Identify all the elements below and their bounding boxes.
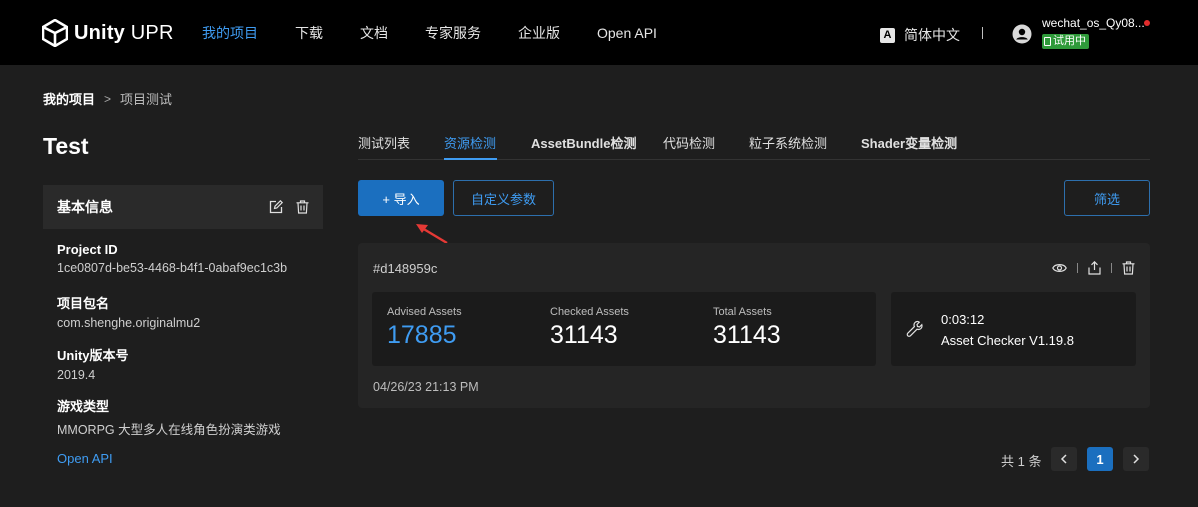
nav-open-api[interactable]: Open API: [597, 25, 657, 41]
unity-cube-icon: [42, 19, 68, 47]
header-divider: [982, 27, 983, 39]
result-date: 04/26/23 21:13 PM: [373, 380, 479, 394]
test-tabs: 测试列表 资源检测 AssetBundle检测 代码检测 粒子系统检测 Shad…: [358, 121, 1150, 160]
user-avatar-icon: [1012, 24, 1032, 44]
breadcrumb-current: 项目测试: [120, 92, 173, 107]
filter-button[interactable]: 筛选: [1064, 180, 1150, 216]
field-game-type: 游戏类型 MMORPG 大型多人在线角色扮演类游戏: [57, 399, 281, 437]
basic-info-title: 基本信息: [57, 199, 113, 215]
chevron-right-icon: [1133, 454, 1140, 464]
page-number-current[interactable]: 1: [1087, 447, 1113, 471]
field-package-name: 项目包名 com.shenghe.originalmu2: [57, 296, 201, 330]
tab-shader-variant-check[interactable]: Shader变量检测: [861, 133, 957, 152]
username: wechat_os_Qy08...: [1042, 16, 1145, 30]
edit-icon[interactable]: [269, 200, 283, 214]
asset-stats: Advised Assets 17885 Checked Assets 3114…: [372, 292, 876, 366]
unity-upr-logo[interactable]: Unity UPR: [42, 18, 174, 48]
result-id: #d148959c: [373, 261, 438, 276]
notification-dot: [1144, 20, 1150, 26]
chevron-right-icon: >: [104, 91, 112, 106]
tab-asset-check[interactable]: 资源检测: [444, 133, 496, 152]
open-api-link[interactable]: Open API: [57, 451, 113, 466]
result-actions: [1052, 261, 1135, 275]
stat-total-assets: Total Assets 31143: [713, 306, 781, 349]
share-icon[interactable]: [1088, 261, 1101, 275]
tab-test-list[interactable]: 测试列表: [358, 133, 410, 152]
action-separator: [1111, 263, 1112, 273]
stat-checked-assets: Checked Assets 31143: [550, 306, 629, 349]
wrench-icon: [906, 320, 923, 337]
nav-docs[interactable]: 文档: [360, 23, 388, 43]
tab-assetbundle-check[interactable]: AssetBundle检测: [531, 133, 636, 152]
breadcrumb: 我的项目 > 项目测试: [43, 89, 172, 108]
eye-icon[interactable]: [1052, 262, 1067, 274]
trial-badge: 试用中: [1042, 34, 1089, 49]
total-count: 共 1 条: [1001, 454, 1042, 469]
top-navigation-bar: Unity UPR 我的项目 下载 文档 专家服务 企业版 Open API A…: [0, 0, 1198, 65]
result-card[interactable]: #d148959c Advised Assets 17885 Checked A…: [358, 243, 1150, 408]
language-label: 简体中文: [904, 27, 960, 43]
tool-info: 0:03:12 Asset Checker V1.19.8: [891, 292, 1136, 366]
project-title: Test: [43, 133, 89, 159]
active-tab-indicator: [444, 158, 497, 160]
main-nav: 我的项目 下载 文档 专家服务 企业版 Open API: [202, 0, 694, 65]
run-duration: 0:03:12: [941, 312, 985, 327]
tab-code-check[interactable]: 代码检测: [663, 133, 715, 152]
badge-icon: [1044, 37, 1051, 46]
nav-enterprise[interactable]: 企业版: [518, 23, 560, 43]
prev-page-button[interactable]: [1051, 447, 1077, 471]
basic-info-header: 基本信息: [43, 185, 323, 229]
breadcrumb-my-projects[interactable]: 我的项目: [43, 89, 95, 108]
field-project-id: Project ID 1ce0807d-be53-4468-b4f1-0abaf…: [57, 242, 288, 275]
delete-icon[interactable]: [296, 200, 309, 214]
language-switcher[interactable]: A 简体中文: [880, 25, 960, 45]
nav-expert-services[interactable]: 专家服务: [425, 23, 481, 43]
chevron-left-icon: [1060, 454, 1067, 464]
import-button[interactable]: + 导入: [358, 180, 444, 216]
translate-icon: A: [880, 27, 895, 43]
delete-icon[interactable]: [1122, 261, 1135, 275]
field-unity-version: Unity版本号 2019.4: [57, 348, 129, 382]
action-separator: [1077, 263, 1078, 273]
stat-advised-assets: Advised Assets 17885: [387, 306, 462, 349]
tab-particle-check[interactable]: 粒子系统检测: [749, 133, 827, 152]
tool-version: Asset Checker V1.19.8: [941, 333, 1074, 348]
nav-download[interactable]: 下载: [295, 23, 323, 43]
brand-name: Unity UPR: [74, 21, 174, 44]
next-page-button[interactable]: [1123, 447, 1149, 471]
custom-params-button[interactable]: 自定义参数: [453, 180, 554, 216]
nav-my-projects[interactable]: 我的项目: [202, 23, 258, 43]
